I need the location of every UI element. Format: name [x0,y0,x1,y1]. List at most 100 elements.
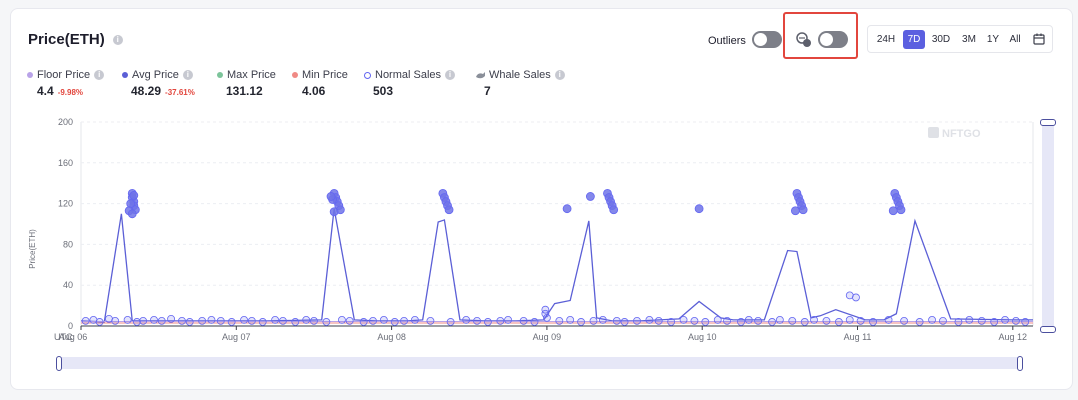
normal-sale-point [198,316,207,325]
normal-sale-point [555,316,564,325]
normal-sale-point [157,316,166,325]
normal-sale-point [310,316,318,325]
normal-sale-point [446,318,455,326]
normal-sale-point [888,206,898,216]
normal-sale-point [690,316,699,325]
normal-sale-point [1001,315,1009,324]
normal-sale-point [81,316,90,325]
normal-sale-point [127,209,137,219]
normal-sale-point [723,316,731,325]
normal-sale-point [462,315,471,324]
normal-sale-point [302,315,311,324]
y-tick-label: 80 [63,239,73,249]
normal-sale-point [775,315,784,324]
normal-sale-point [900,316,908,325]
normal-sale-point [788,316,797,325]
zoom-handle-bottom[interactable] [1040,326,1056,333]
normal-sale-point [800,318,809,326]
normal-sale-point [822,316,831,325]
price-chart[interactable]: 04080120160200 Aug 06 Aug 07 Aug 08 Aug 09 A… [11,9,1072,354]
normal-sale-point [271,315,280,324]
normal-sale-point [227,318,236,326]
y-axis-label: Price(ETH) [28,229,37,269]
normal-sale-point [990,318,999,326]
normal-sale-point [754,316,763,325]
normal-sale-point [111,316,120,325]
normal-sale-point [654,316,663,325]
normal-sale-point [426,316,435,325]
normal-sale-point [95,318,104,326]
x-tick-label: Aug 07 [222,332,251,342]
normal-sale-point [609,205,619,215]
normal-sale-point [530,318,539,326]
normal-sale-point [585,192,595,201]
y-axis: 0 40 80 120 160 200 [58,117,73,331]
normal-sale-point [496,316,505,325]
normal-sale-point [338,315,346,324]
normal-sale-point [129,191,139,200]
normal-sale-point [139,316,148,325]
normal-sale-point [694,204,704,214]
zoom-handle-left[interactable] [56,356,62,371]
normal-sale-point [896,205,906,215]
normal-sale-point [543,313,551,322]
normal-sale-point [798,205,808,215]
normal-sale-point [679,315,688,324]
zoom-handle-right[interactable] [1017,356,1023,371]
normal-sale-point [1021,318,1030,326]
normal-sale-point [400,316,408,325]
y-tick-label: 160 [58,158,73,168]
normal-sale-point [504,315,512,324]
normal-sale-point [713,315,722,324]
normal-sale-point [598,315,607,324]
normal-sale-point [566,315,575,324]
normal-sale-point [852,293,860,302]
normal-sale-point [562,204,572,214]
normal-sale-point [123,315,132,324]
normal-sale-point [185,318,194,326]
watermark: NFTGO [928,127,981,140]
normal-sale-point [519,316,528,325]
series-lines [80,208,1033,324]
price-chart-card: Price(ETH) i Outliers 24H 7D 30D 3M 1Y Al… [10,8,1073,390]
normal-sale-point [329,207,339,217]
watermark-text: NFTGO [942,128,981,140]
normal-sale-point [612,316,621,325]
vertical-zoom-slider[interactable] [1040,119,1056,333]
normal-sale-point [178,316,186,325]
normal-sale-point [444,205,454,215]
normal-sale-point [965,315,974,324]
normal-sale-point [645,315,654,324]
chart-grid [80,121,1034,327]
zoom-handle-top[interactable] [1040,119,1056,126]
normal-sale-point [869,318,877,326]
normal-sale-point [790,206,800,216]
normal-sale-point [977,316,986,325]
normal-sale-point [359,318,368,326]
y-tick-label: 0 [68,321,73,331]
normal-sale-point [541,305,550,314]
normal-sale-point [247,316,256,325]
normal-sale-point [150,315,158,324]
normal-sale-point [1012,316,1020,325]
normal-sale-point [845,315,854,324]
x-tick-label: Aug 10 [688,332,717,342]
normal-sale-point [856,316,865,325]
normal-sale-point [369,316,377,325]
normal-sale-point [915,318,924,326]
horizontal-zoom-slider[interactable] [56,356,1023,371]
y-tick-label: 40 [63,280,73,290]
normal-sale-point [326,192,336,201]
normal-sale-point [954,318,963,326]
normal-sale-point [768,318,776,326]
normal-sale-point [928,315,936,324]
normal-sale-point [240,315,248,324]
x-tick-label: Aug 11 [844,332,872,342]
y-tick-label: 200 [58,117,73,127]
normal-sale-point [810,315,818,324]
normal-sale-point [834,318,843,326]
normal-sale-point [884,315,893,324]
normal-sale-point [577,318,585,326]
normal-sale-point [473,316,481,325]
normal-sale-point [216,316,225,325]
